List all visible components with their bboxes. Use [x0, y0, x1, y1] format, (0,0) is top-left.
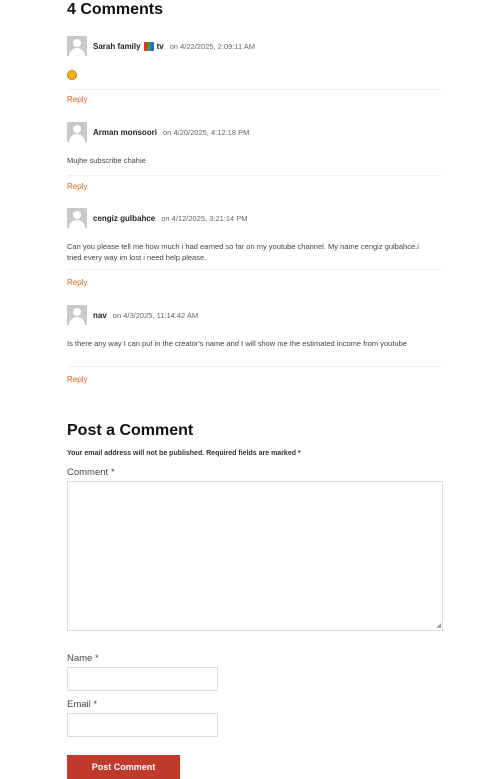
waving-hand-emoji-icon [67, 70, 77, 80]
comment-author: nav [93, 310, 107, 320]
comments-section: 4 Comments Sarah family tv on 4/22/2025,… [0, 0, 503, 779]
comment-author: Sarah family [93, 41, 141, 51]
comment-item: cengiz gulbahce on 4/12/2025, 3:21:14 PM… [67, 207, 442, 287]
comment-date: on 4/22/2025, 2:09:11 AM [169, 41, 256, 51]
comment-body [67, 70, 77, 84]
comment-body: Can you please tell me how much i had ea… [67, 242, 419, 262]
post-comment-heading: Post a Comment [67, 422, 194, 439]
reply-link[interactable]: Reply [67, 375, 87, 384]
avatar [67, 208, 87, 228]
avatar [67, 122, 87, 142]
comment-date: on 4/12/2025, 3:21:14 PM [161, 213, 248, 223]
comments-heading: 4 Comments [67, 1, 164, 18]
reply-link[interactable]: Reply [67, 95, 87, 104]
privacy-note: Your email address will not be published… [67, 450, 301, 457]
reply-link[interactable]: Reply [67, 278, 87, 287]
name-field[interactable] [67, 667, 218, 691]
comment-author: Arman monsoori [93, 127, 158, 137]
comment-body: Is there any way I can put in the creato… [67, 339, 407, 348]
comment-item: nav on 4/3/2025, 11:14:42 AM Is there an… [67, 304, 442, 384]
comment-textarea[interactable]: ◢ [67, 481, 443, 631]
comment-author-suffix: tv [156, 41, 164, 51]
comment-body: Mujhe subscribe chahie [67, 156, 146, 165]
avatar [67, 305, 87, 325]
comment-date: on 4/20/2025, 4:12:18 PM [163, 127, 250, 137]
divider [67, 175, 442, 176]
avatar [67, 36, 87, 56]
resize-handle-icon[interactable]: ◢ [436, 622, 441, 629]
comment-date: on 4/3/2025, 11:14:42 AM [112, 310, 199, 320]
post-comment-button[interactable]: Post Comment [67, 755, 180, 779]
email-field[interactable] [67, 713, 218, 737]
comment-item: Sarah family tv on 4/22/2025, 2:09:11 AM… [67, 35, 442, 105]
comment-author: cengiz gulbahce [93, 213, 156, 223]
divider [67, 366, 442, 367]
reply-link[interactable]: Reply [67, 182, 87, 191]
email-label: Email * [67, 699, 98, 710]
divider [67, 89, 442, 90]
comment-label: Comment * [67, 467, 115, 478]
name-label: Name * [67, 653, 99, 664]
comment-item: Arman monsoori on 4/20/2025, 4:12:18 PM … [67, 121, 442, 191]
divider [67, 269, 442, 270]
family-emoji-icon [143, 41, 154, 51]
